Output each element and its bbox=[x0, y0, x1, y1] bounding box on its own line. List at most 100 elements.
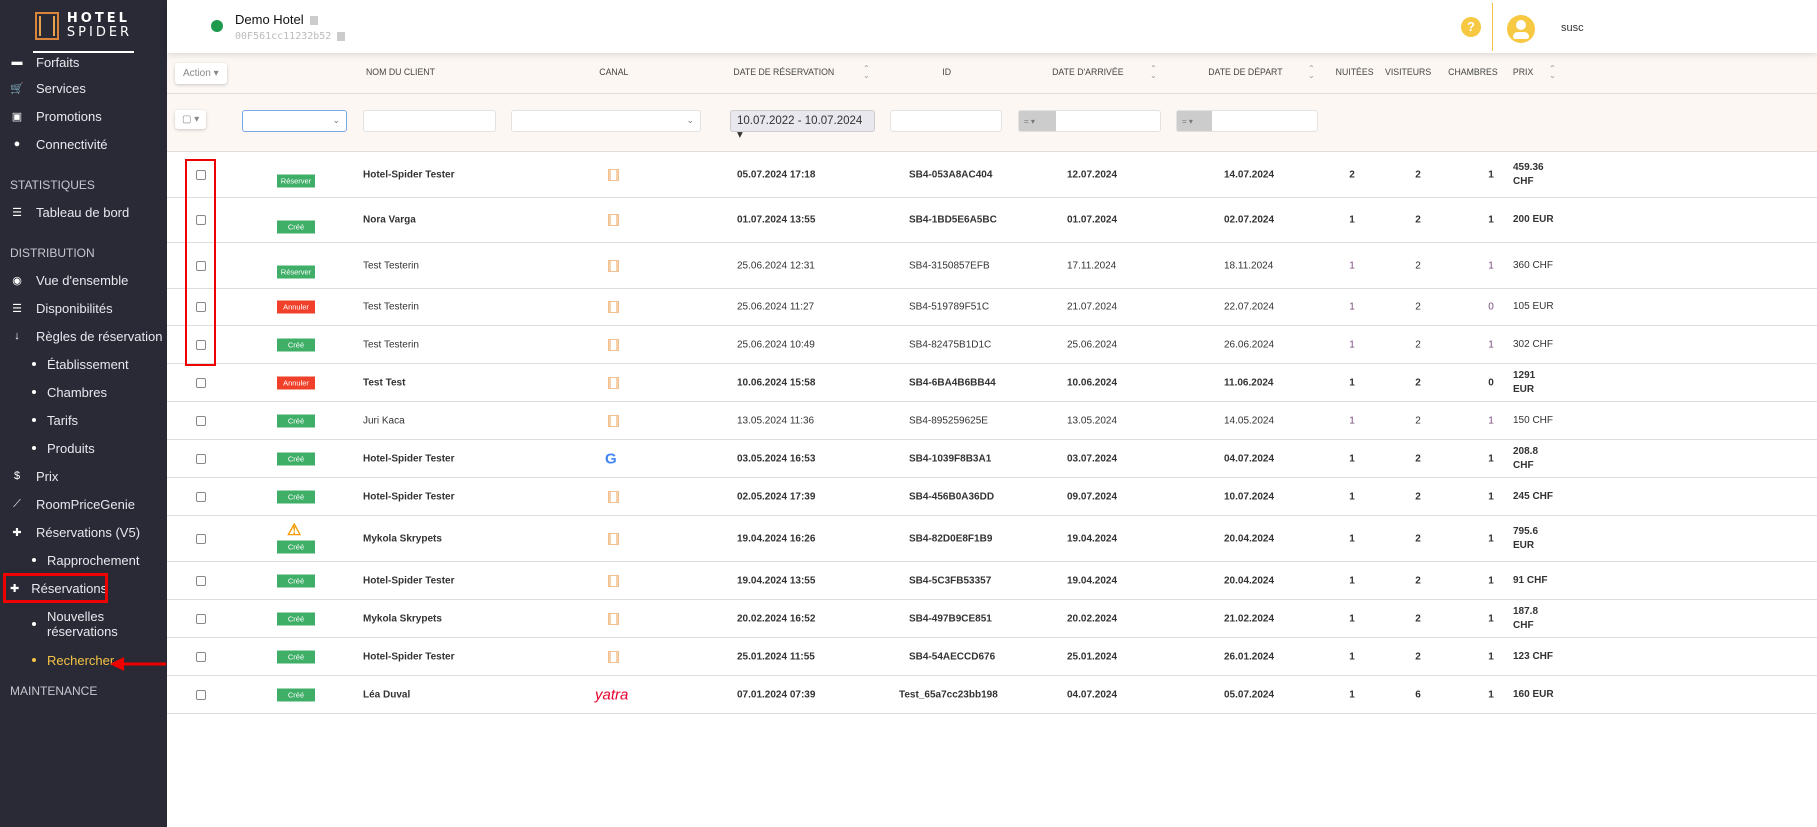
sidebar-item-reservations-v5[interactable]: ✚ Réservations (V5) bbox=[0, 518, 167, 546]
table-row[interactable]: Créé Léa Duval yatra 07.01.2024 07:39 Test_6… bbox=[167, 676, 1817, 714]
col-client[interactable]: Nom du client bbox=[366, 67, 435, 78]
client-name[interactable]: Hotel-Spider Tester bbox=[363, 169, 455, 180]
sidebar-item-dashboard[interactable]: ☰ Tableau de bord bbox=[0, 198, 167, 226]
client-name[interactable]: Test Testerin bbox=[363, 339, 419, 350]
row-checkbox[interactable] bbox=[196, 613, 206, 624]
reservation-id[interactable]: SB4-82475B1D1C bbox=[909, 339, 991, 350]
client-name[interactable]: Hotel-Spider Tester bbox=[363, 491, 455, 502]
reservation-id[interactable]: SB4-6BA4B6BB44 bbox=[909, 377, 996, 388]
sidebar-item-prix[interactable]: $ Prix bbox=[0, 462, 167, 490]
row-checkbox[interactable] bbox=[196, 689, 206, 700]
reservation-id[interactable]: SB4-82D0E8F1B9 bbox=[909, 533, 992, 544]
sidebar-item-connectivite[interactable]: ● Connectivité bbox=[0, 130, 167, 158]
client-name[interactable]: Test Testerin bbox=[363, 302, 419, 313]
reservation-id[interactable]: SB4-5C3FB53357 bbox=[909, 575, 991, 586]
table-row[interactable]: Créé Hotel-Spider Tester G 03.05.2024 16:53… bbox=[167, 440, 1817, 478]
client-name[interactable]: Mykola Skrypets bbox=[363, 613, 442, 624]
help-icon[interactable]: ? bbox=[1461, 17, 1481, 37]
client-name[interactable]: Nora Varga bbox=[363, 215, 416, 226]
reservation-id[interactable]: SB4-456B0A36DD bbox=[909, 491, 994, 502]
table-row[interactable]: Créé Hotel-Spider Tester 25.01.2024 11:55 S… bbox=[167, 638, 1817, 676]
sidebar-item-services[interactable]: 🛒 Services bbox=[0, 74, 167, 102]
table-row[interactable]: Créé Nora Varga 01.07.2024 13:55 SB4-1BD5E6… bbox=[167, 198, 1817, 243]
reservation-id[interactable]: SB4-053A8AC404 bbox=[909, 169, 992, 180]
reservation-id[interactable]: SB4-895259625E bbox=[909, 415, 988, 426]
client-name[interactable]: Juri Kaca bbox=[363, 415, 405, 426]
sidebar-subitem-etablissement[interactable]: Établissement bbox=[0, 350, 167, 378]
copy-icon[interactable] bbox=[337, 31, 346, 41]
table-row[interactable]: Créé Juri Kaca 13.05.2024 11:36 SB4-8952596… bbox=[167, 402, 1817, 440]
arrival-date: 25.06.2024 bbox=[1067, 339, 1118, 350]
sidebar-item-roompricegenie[interactable]: ⟋ RoomPriceGenie bbox=[0, 490, 167, 518]
row-checkbox[interactable] bbox=[196, 377, 206, 388]
row-checkbox[interactable] bbox=[196, 533, 206, 544]
sidebar-item-overview[interactable]: ◉ Vue d'ensemble bbox=[0, 266, 167, 294]
client-name[interactable]: Léa Duval bbox=[363, 689, 410, 700]
client-name[interactable]: Test Test bbox=[363, 377, 405, 388]
client-name[interactable]: Mykola Skrypets bbox=[363, 533, 442, 544]
id-filter-input[interactable] bbox=[890, 110, 1002, 132]
sidebar-item-forfaits[interactable]: ▬ Forfaits bbox=[0, 50, 167, 74]
table-row[interactable]: Annuler Test Test 10.06.2024 15:58 SB4-6BA4… bbox=[167, 364, 1817, 402]
sidebar-subitem-chambres[interactable]: Chambres bbox=[0, 378, 167, 406]
operator-select[interactable]: = ▾ bbox=[1177, 111, 1212, 131]
sidebar-item-reservations[interactable]: ✚ Réservations bbox=[3, 573, 108, 603]
sort-icon[interactable]: ⌃ ⌄ bbox=[1308, 65, 1315, 80]
reservation-id[interactable]: SB4-54AECCD676 bbox=[909, 651, 995, 662]
client-name[interactable]: Hotel-Spider Tester bbox=[363, 651, 455, 662]
table-row[interactable]: Créé Test Testerin 25.06.2024 10:49 SB4-824… bbox=[167, 326, 1817, 364]
hotel-spider-logo[interactable]: HOTEL SPIDER bbox=[33, 0, 134, 53]
copy-icon[interactable] bbox=[309, 16, 318, 26]
table-row[interactable]: Annuler Test Testerin 25.06.2024 11:27 SB4-… bbox=[167, 289, 1817, 326]
reservation-id[interactable]: SB4-497B9CE851 bbox=[909, 613, 992, 624]
chevron-down-icon: ⌄ bbox=[686, 115, 694, 125]
row-checkbox[interactable] bbox=[196, 651, 206, 662]
client-name[interactable]: Hotel-Spider Tester bbox=[363, 575, 455, 586]
select-all-dropdown[interactable]: ▢ ▾ bbox=[175, 110, 207, 129]
table-row[interactable]: Réserver Test Testerin 25.06.2024 12:31 SB4… bbox=[167, 243, 1817, 289]
table-row[interactable]: Créé Hotel-Spider Tester 19.04.2024 13:55 S… bbox=[167, 562, 1817, 600]
user-avatar-icon[interactable] bbox=[1507, 15, 1535, 43]
operator-select[interactable]: = ▾ bbox=[1019, 111, 1056, 131]
col-booking-date[interactable]: Date de réservation bbox=[733, 67, 834, 78]
sort-icon[interactable]: ⌃ ⌄ bbox=[1150, 65, 1157, 80]
sidebar-item-availability[interactable]: ☰ Disponibilités bbox=[0, 294, 167, 322]
col-price[interactable]: Prix bbox=[1513, 67, 1533, 78]
table-row[interactable]: ⚠ Créé Mykola Skrypets 19.04.2024 16:26 SB4-… bbox=[167, 516, 1817, 562]
arrival-filter[interactable]: = ▾ bbox=[1018, 110, 1161, 132]
sidebar-subitem-new-reservations[interactable]: Nouvelles réservations bbox=[0, 602, 167, 646]
row-checkbox[interactable] bbox=[196, 575, 206, 586]
status-filter-select[interactable]: ⌄ bbox=[242, 110, 347, 132]
globe-icon: ● bbox=[13, 138, 21, 150]
sort-icon[interactable]: ⌃ ⌄ bbox=[863, 65, 870, 80]
price: 123 CHF bbox=[1513, 650, 1554, 662]
sidebar-subitem-produits[interactable]: Produits bbox=[0, 434, 167, 462]
sidebar-item-promotions[interactable]: ▣ Promotions bbox=[0, 102, 167, 130]
col-departure[interactable]: Date de départ bbox=[1208, 67, 1282, 78]
cart-icon: 🛒 bbox=[10, 82, 24, 95]
sort-icon[interactable]: ⌃ ⌄ bbox=[1549, 65, 1556, 80]
table-row[interactable]: Créé Mykola Skrypets 20.02.2024 16:52 SB4-4… bbox=[167, 600, 1817, 638]
reservation-id[interactable]: SB4-1BD5E6A5BC bbox=[909, 215, 997, 226]
row-checkbox[interactable] bbox=[196, 453, 206, 464]
client-filter-input[interactable] bbox=[363, 110, 496, 132]
client-name[interactable]: Test Testerin bbox=[363, 260, 419, 271]
username[interactable]: susc bbox=[1561, 22, 1584, 34]
date-range-filter[interactable]: 10.07.2022 - 10.07.2024 ▾ bbox=[730, 110, 875, 141]
col-arrival[interactable]: Date d'arrivée bbox=[1052, 67, 1123, 78]
sidebar-subitem-tarifs[interactable]: Tarifs bbox=[0, 406, 167, 434]
table-row[interactable]: Créé Hotel-Spider Tester 02.05.2024 17:39 S… bbox=[167, 478, 1817, 516]
client-name[interactable]: Hotel-Spider Tester bbox=[363, 453, 455, 464]
row-checkbox[interactable] bbox=[196, 491, 206, 502]
reservation-id[interactable]: SB4-3150857EFB bbox=[909, 260, 990, 271]
sidebar-subitem-rapprochement[interactable]: Rapprochement bbox=[0, 546, 167, 574]
channel-filter-select[interactable]: ⌄ bbox=[511, 110, 701, 132]
reservation-id[interactable]: Test_65a7cc23bb198 bbox=[899, 689, 998, 700]
action-dropdown[interactable]: Action ▾ bbox=[175, 63, 227, 84]
sidebar-item-booking-rules[interactable]: ↓ Règles de réservation bbox=[0, 322, 167, 350]
row-checkbox[interactable] bbox=[196, 415, 206, 426]
departure-filter[interactable]: = ▾ bbox=[1176, 110, 1318, 132]
table-row[interactable]: Réserver Hotel-Spider Tester 05.07.2024 17… bbox=[167, 152, 1817, 198]
reservation-id[interactable]: SB4-519789F51C bbox=[909, 302, 989, 313]
reservation-id[interactable]: SB4-1039F8B3A1 bbox=[909, 453, 991, 464]
